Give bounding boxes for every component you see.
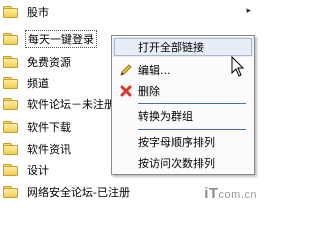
menu-item-label: 编辑... xyxy=(138,64,171,77)
mouse-cursor-icon xyxy=(231,56,245,77)
folder-label: 频道 xyxy=(27,76,49,90)
folder-icon xyxy=(3,186,18,198)
watermark-domain: com.cn xyxy=(218,189,257,201)
folder-icon xyxy=(3,56,18,68)
folder-label: 网络安全论坛-已注册 xyxy=(27,185,130,199)
menu-item-delete[interactable]: 删除 xyxy=(112,81,254,101)
menu-separator xyxy=(138,129,246,130)
menu-separator xyxy=(138,103,246,104)
menu-item-label: 按字母顺序排列 xyxy=(138,136,215,149)
folder-icon xyxy=(3,98,18,110)
folder-row-stocks[interactable]: 股市 ▸ xyxy=(0,1,261,22)
menu-item-sort-alpha[interactable]: 按字母顺序排列 xyxy=(112,132,254,152)
folder-icon xyxy=(3,33,18,45)
menu-item-label: 按访问次数排列 xyxy=(138,157,215,170)
delete-x-icon xyxy=(120,85,132,97)
folder-icon xyxy=(3,121,18,133)
menu-item-label: 转换为群组 xyxy=(138,110,193,123)
folder-label: 免费资源 xyxy=(27,55,71,69)
folder-label: 每天一键登录 xyxy=(25,29,97,48)
pencil-icon xyxy=(120,64,132,76)
folder-label: 软件资讯 xyxy=(27,142,71,156)
folder-label: 设计 xyxy=(27,163,49,177)
submenu-arrow-icon: ▸ xyxy=(246,6,251,16)
folder-icon xyxy=(3,6,18,18)
menu-item-open-all[interactable]: 打开全部链接 xyxy=(112,37,254,57)
watermark-brand: iT xyxy=(204,185,219,202)
menu-item-label: 打开全部链接 xyxy=(138,41,204,54)
folder-label: 股市 xyxy=(27,5,49,19)
menu-item-sort-visits[interactable]: 按访问次数排列 xyxy=(112,153,254,173)
site-watermark: iTcom.cn xyxy=(204,185,257,202)
folder-label: 软件论坛－未注册 xyxy=(27,97,115,111)
folder-icon xyxy=(3,77,18,89)
menu-item-convert-group[interactable]: 转换为群组 xyxy=(112,106,254,126)
folder-icon xyxy=(3,143,18,155)
folder-icon xyxy=(3,164,18,176)
menu-item-label: 删除 xyxy=(138,85,160,98)
folder-label: 软件下载 xyxy=(27,120,71,134)
